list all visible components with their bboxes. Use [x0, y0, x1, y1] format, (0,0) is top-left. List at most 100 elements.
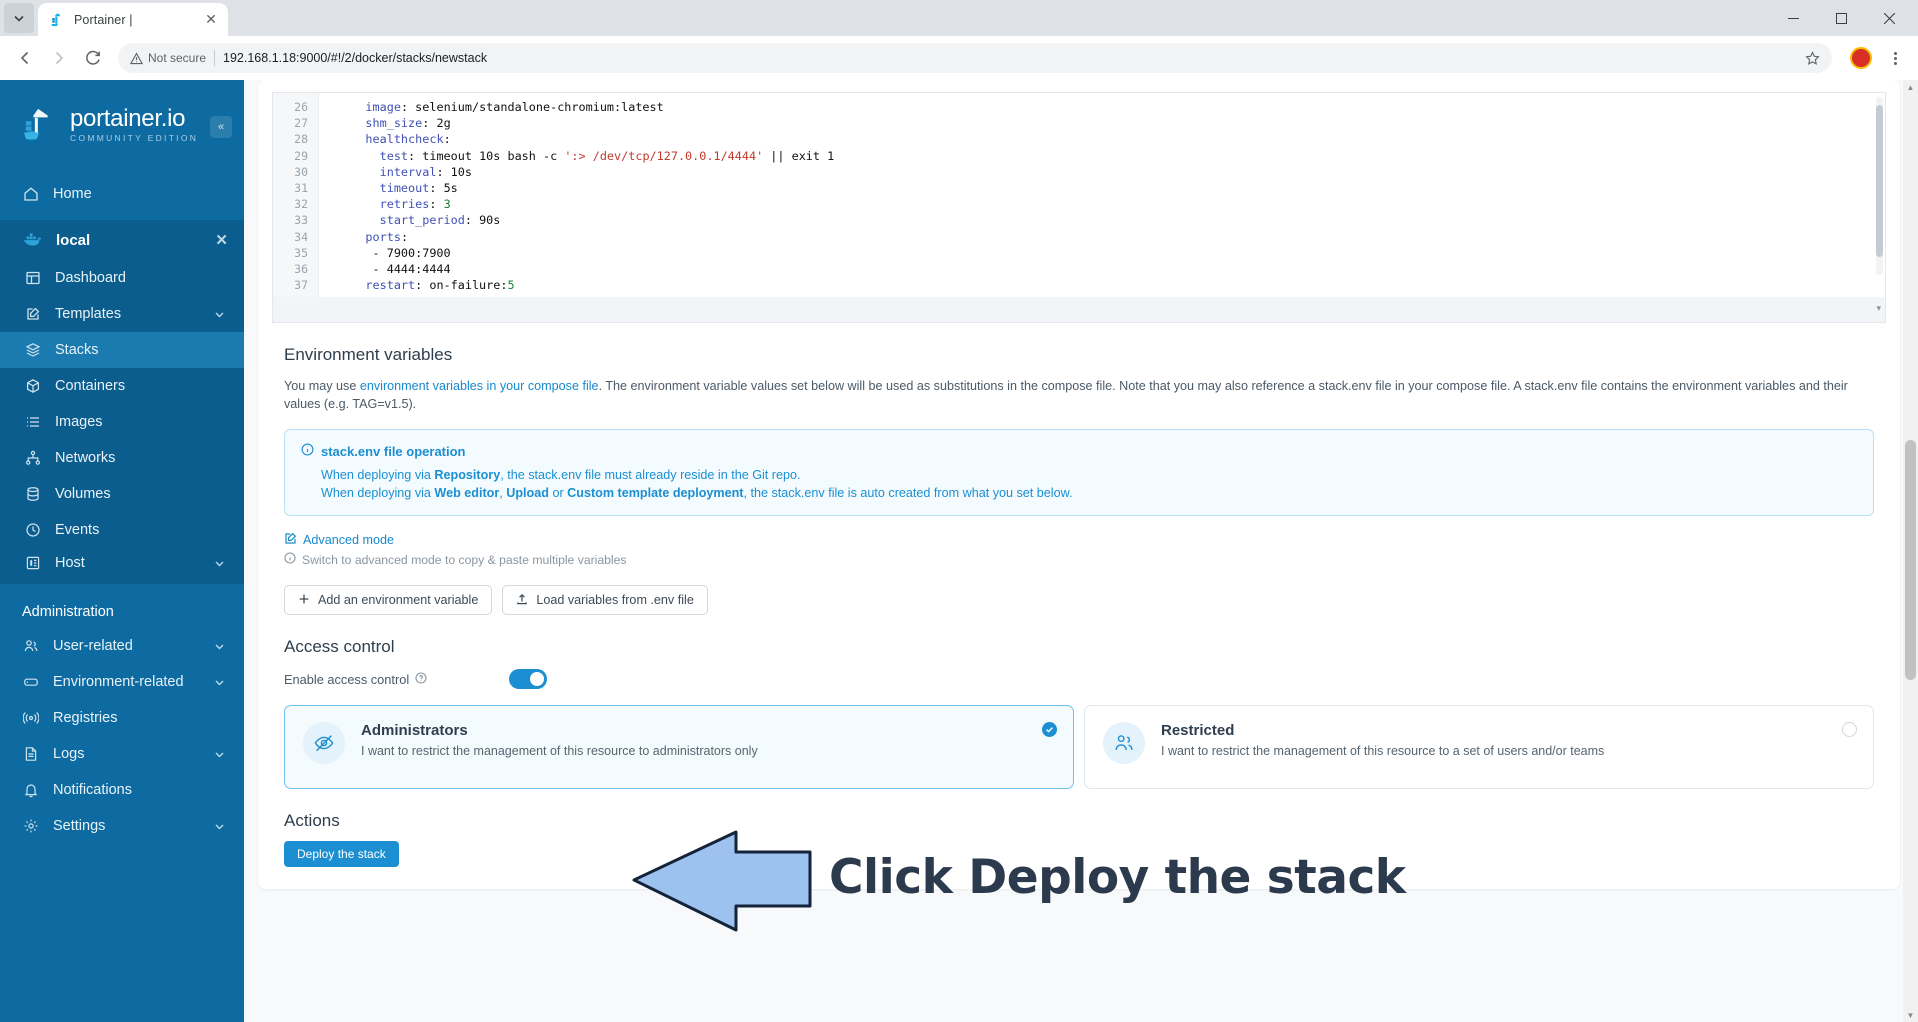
enable-access-control-toggle[interactable] — [509, 669, 547, 689]
sidebar-item-events[interactable]: Events — [0, 512, 244, 548]
page-viewport: portainer.io COMMUNITY EDITION « Home lo… — [0, 80, 1918, 1022]
page-scrollbar[interactable]: ▲ ▼ — [1903, 80, 1918, 1022]
sidebar-item-stacks[interactable]: Stacks — [0, 332, 244, 368]
environment-variables-section: Environment variables You may use enviro… — [258, 345, 1900, 615]
code-token: : — [400, 100, 416, 114]
sidebar-item-templates[interactable]: Templates — [0, 296, 244, 332]
editor-line[interactable]: restart: on-failure:5 — [337, 277, 1885, 293]
environment-close-icon[interactable]: ✕ — [215, 231, 228, 249]
sidebar-collapse-button[interactable]: « — [210, 116, 232, 138]
access-option-administrators[interactable]: Administrators I want to restrict the ma… — [284, 705, 1074, 789]
line1-b: Repository — [434, 468, 501, 482]
events-icon — [24, 522, 41, 539]
editor-line[interactable]: ports: — [337, 229, 1885, 245]
sidebar-item-environment-related[interactable]: Environment-related — [0, 664, 244, 700]
omnibox-divider — [214, 50, 216, 66]
compose-editor[interactable]: 26 27 28 29 30 31 32 33 34 35 36 37 image: selenium… — [272, 92, 1886, 297]
sidebar-item-dashboard[interactable]: Dashboard — [0, 260, 244, 296]
editor-line-number: 36 — [294, 262, 308, 277]
sidebar-item-settings[interactable]: Settings — [0, 808, 244, 844]
editor-line[interactable]: test: timeout 10s bash -c ':> /dev/tcp/1… — [337, 148, 1885, 164]
editor-line[interactable]: timeout: 5s — [337, 180, 1885, 196]
line2-d: Upload — [506, 486, 549, 500]
access-control-options: Administrators I want to restrict the ma… — [284, 705, 1874, 789]
editor-line-number: 33 — [294, 213, 308, 228]
avatar[interactable] — [1850, 47, 1872, 69]
editor-line[interactable]: - 7900:7900 — [337, 245, 1885, 261]
url-text[interactable]: 192.168.1.18:9000/#!/2/docker/stacks/new… — [223, 51, 1792, 65]
sidebar-item-images[interactable]: Images — [0, 404, 244, 440]
option-description: I want to restrict the management of thi… — [361, 744, 758, 758]
editor-line-number: 35 — [294, 245, 308, 260]
sidebar-item-registries[interactable]: Registries — [0, 700, 244, 736]
load-variables-from-env-file-button[interactable]: Load variables from .env file — [502, 585, 708, 615]
enable-access-control-label: Enable access control — [284, 671, 410, 687]
star-icon[interactable] — [1800, 46, 1824, 70]
back-button[interactable] — [10, 43, 40, 73]
code-token: selenium/standalone-chromium:latest — [415, 100, 664, 114]
line2-b: Web editor — [434, 486, 500, 500]
editor-line[interactable]: start_period: 90s — [337, 212, 1885, 228]
editor-line[interactable]: image: selenium/standalone-chromium:late… — [337, 99, 1885, 115]
brand-logo[interactable]: portainer.io COMMUNITY EDITION — [0, 80, 244, 166]
edit-pencil-icon — [284, 532, 297, 548]
page-scrollbar-thumb[interactable] — [1905, 440, 1916, 680]
sidebar-item-volumes[interactable]: Volumes — [0, 476, 244, 512]
scroll-down-arrow-icon[interactable]: ▼ — [1903, 1008, 1918, 1022]
sidebar-item-host[interactable]: Host — [0, 548, 244, 584]
chevron-down-icon[interactable] — [213, 676, 226, 689]
sidebar-admin-header: Administration — [22, 604, 114, 620]
chevron-down-icon[interactable] — [213, 820, 226, 833]
window-minimize-button[interactable] — [1770, 2, 1816, 34]
advanced-mode-toggle[interactable]: Advanced mode — [284, 532, 1874, 548]
code-token: 5 — [507, 278, 515, 293]
sidebar-item-containers[interactable]: Containers — [0, 368, 244, 404]
address-bar[interactable]: Not secure 192.168.1.18:9000/#!/2/docker… — [118, 43, 1832, 73]
help-circle-icon[interactable] — [415, 671, 427, 687]
add-environment-variable-button[interactable]: Add an environment variable — [284, 585, 493, 615]
editor-line[interactable]: retries: 3 — [337, 196, 1885, 212]
editor-code[interactable]: image: selenium/standalone-chromium:late… — [319, 93, 1885, 297]
tab-strip: Portainer | ✕ — [0, 0, 1918, 36]
chevron-down-icon[interactable] — [213, 640, 226, 653]
sidebar-item-user-related[interactable]: User-related — [0, 628, 244, 664]
sidebar-item-logs[interactable]: Logs — [0, 736, 244, 772]
kebab-menu-icon[interactable] — [1882, 45, 1908, 71]
deploy-the-stack-button[interactable]: Deploy the stack — [284, 841, 399, 867]
scroll-up-arrow-icon[interactable]: ▲ — [1903, 80, 1918, 94]
sidebar-item-networks[interactable]: Networks — [0, 440, 244, 476]
reload-button[interactable] — [78, 43, 108, 73]
editor-line[interactable]: interval: 10s — [337, 164, 1885, 180]
option-title: Restricted — [1161, 722, 1235, 739]
tab-close-icon[interactable]: ✕ — [202, 11, 220, 29]
forward-button[interactable] — [44, 43, 74, 73]
editor-resize-handle[interactable]: ▾ — [1876, 303, 1881, 314]
editor-line[interactable]: healthcheck: — [337, 131, 1885, 147]
editor-line[interactable]: - 4444:4444 — [337, 261, 1885, 277]
sidebar-environment-local[interactable]: local ✕ — [0, 220, 244, 260]
chevron-down-icon[interactable] — [213, 308, 226, 321]
template-icon — [24, 306, 41, 323]
code-token: shm_size — [365, 116, 423, 131]
security-indicator[interactable]: Not secure — [130, 51, 206, 65]
env-vars-doc-link[interactable]: environment variables in your compose fi… — [360, 379, 599, 393]
sidebar-item-home[interactable]: Home — [0, 176, 244, 212]
tab-search-button[interactable] — [4, 3, 34, 33]
editor-line[interactable]: shm_size: 2g — [337, 115, 1885, 131]
actions-title: Actions — [284, 811, 340, 830]
option-radio[interactable] — [1842, 722, 1857, 737]
sidebar-item-label: Stacks — [55, 342, 99, 358]
info-small-icon — [284, 552, 296, 567]
access-option-restricted[interactable]: Restricted I want to restrict the manage… — [1084, 705, 1874, 789]
option-description: I want to restrict the management of thi… — [1161, 744, 1605, 758]
option-selected-check-icon[interactable] — [1042, 722, 1057, 737]
chevron-down-icon[interactable] — [213, 557, 226, 570]
window-close-button[interactable] — [1866, 2, 1912, 34]
sidebar-item-notifications[interactable]: Notifications — [0, 772, 244, 808]
browser-tab-portainer[interactable]: Portainer | ✕ — [38, 3, 228, 36]
sidebar-item-label: Notifications — [53, 782, 132, 798]
window-maximize-button[interactable] — [1818, 2, 1864, 34]
sidebar-item-label: Logs — [53, 746, 85, 762]
chevron-down-icon[interactable] — [213, 748, 226, 761]
editor-scrollbar[interactable] — [1876, 97, 1883, 275]
